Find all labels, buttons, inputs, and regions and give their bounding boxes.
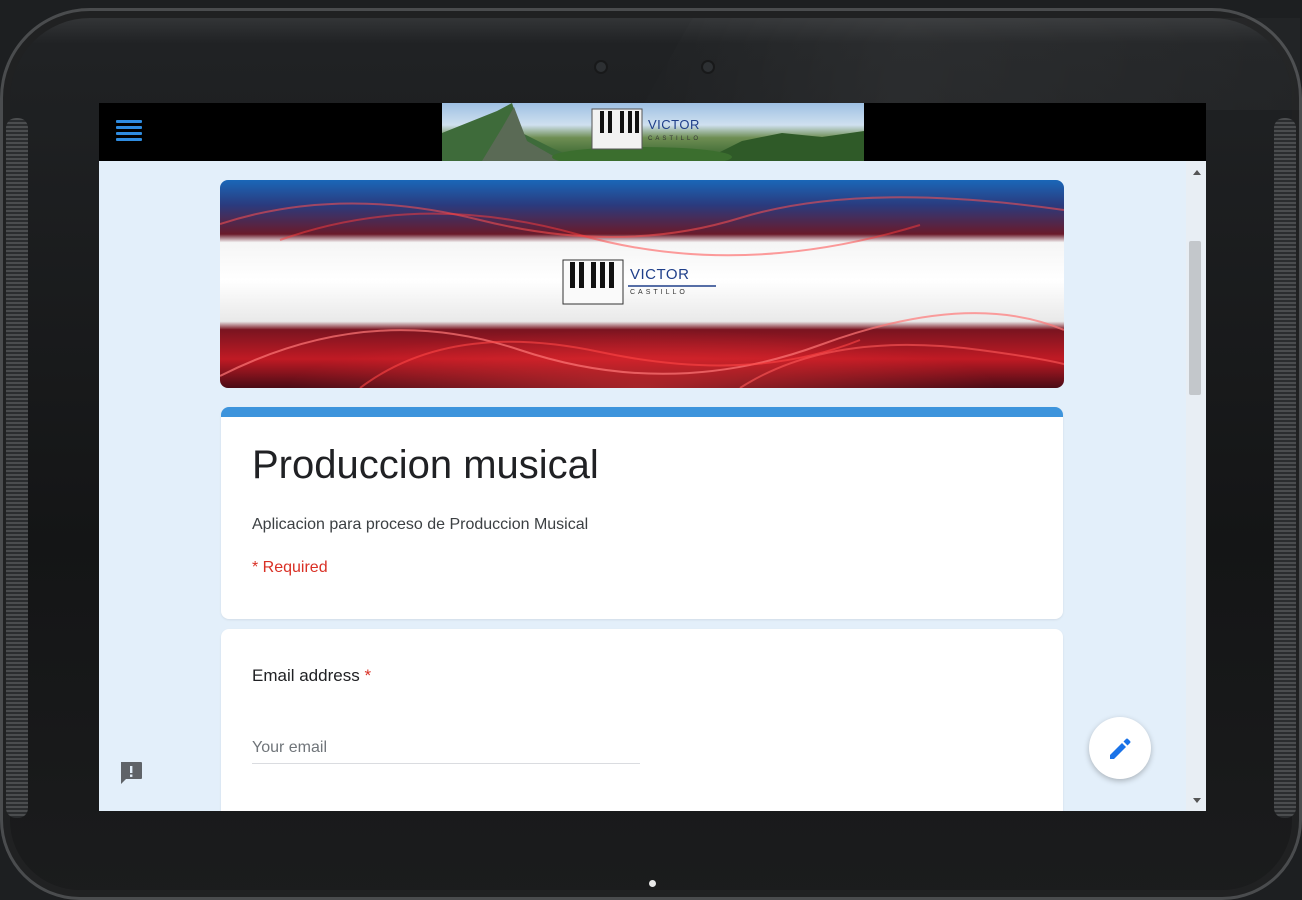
required-note: * Required <box>252 559 328 576</box>
app-screen: VICTOR CASTILLO VICTOR CASTILLO Producci… <box>99 103 1206 811</box>
form-title-card: Produccion musical Aplicacion para proce… <box>221 407 1063 619</box>
front-camera <box>703 62 713 72</box>
required-asterisk: * <box>364 666 372 685</box>
scrollbar-thumb[interactable] <box>1189 241 1201 395</box>
header-logo-name: VICTOR <box>630 266 690 283</box>
pencil-edit-icon <box>1110 738 1131 759</box>
form-header-image: VICTOR CASTILLO <box>220 180 1064 388</box>
header-logo <box>562 259 716 305</box>
glass-reflection <box>640 18 1300 110</box>
brand-logo-surname: CASTILLO <box>648 136 702 142</box>
header-logo-surname: CASTILLO <box>630 289 688 296</box>
vertical-scrollbar[interactable] <box>1186 161 1206 811</box>
report-feedback-icon[interactable] <box>117 759 145 787</box>
brand-banner-art <box>442 103 864 161</box>
tablet-side-grip-left <box>6 118 28 818</box>
home-indicator <box>649 880 656 887</box>
email-label-text: Email address <box>252 666 360 685</box>
form-title: Produccion musical <box>252 443 599 487</box>
hamburger-menu-icon[interactable] <box>116 120 142 146</box>
top-bar: VICTOR CASTILLO <box>99 103 1206 161</box>
tablet-side-grip-right <box>1274 118 1296 818</box>
email-input[interactable] <box>252 733 640 764</box>
form-description: Aplicacion para proceso de Produccion Mu… <box>252 516 589 533</box>
front-sensor <box>596 62 606 72</box>
brand-logo-name: VICTOR <box>648 117 700 132</box>
email-question-label: Email address * <box>252 666 371 686</box>
email-question-card: Email address * <box>221 629 1063 811</box>
scroll-up-arrow-icon[interactable] <box>1193 170 1201 175</box>
edit-fab-button[interactable] <box>1089 717 1151 779</box>
brand-banner: VICTOR CASTILLO <box>442 103 864 161</box>
scroll-down-arrow-icon[interactable] <box>1193 798 1201 803</box>
